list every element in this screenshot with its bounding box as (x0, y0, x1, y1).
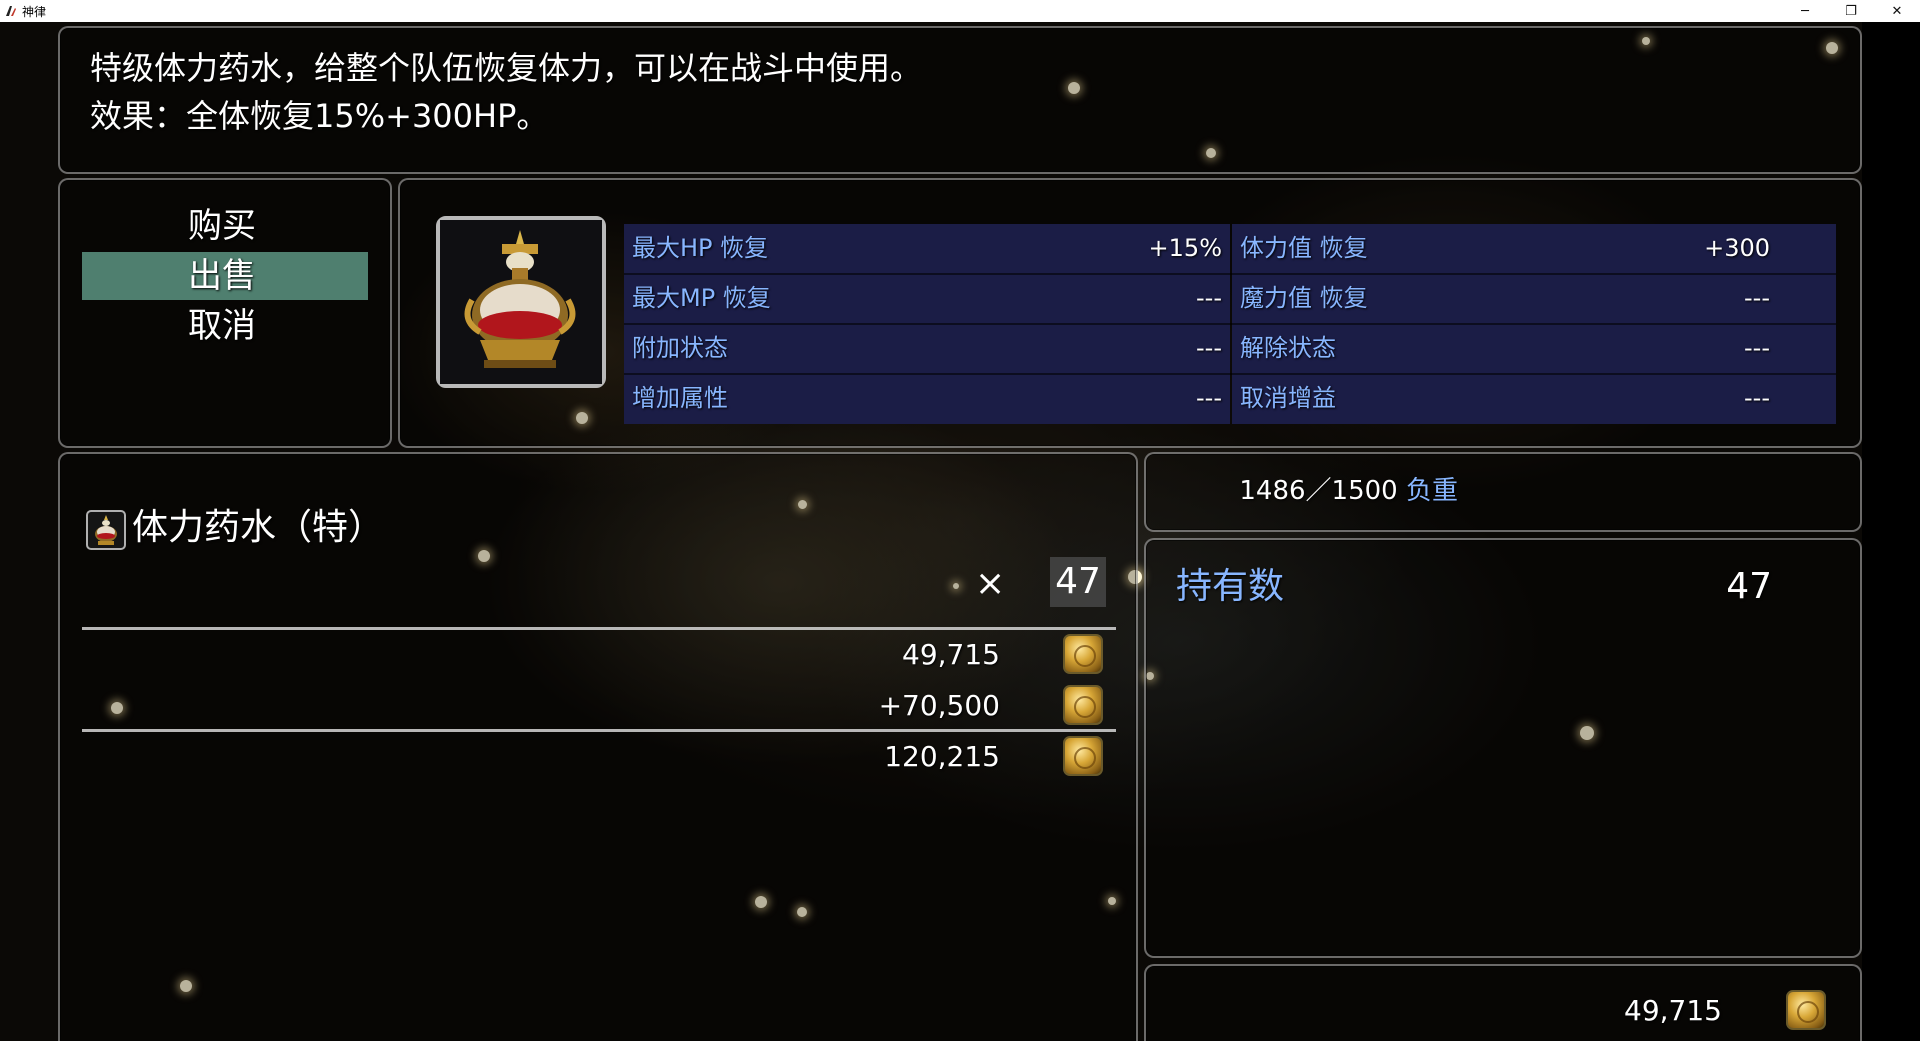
owned-label: 持有数 (1176, 566, 1285, 607)
stat-value-mp-recover: --- (1744, 284, 1770, 312)
stats-divider (624, 323, 1836, 325)
stat-label-max-mp: 最大MP 恢复 (632, 284, 771, 312)
divider-line (82, 627, 1116, 630)
stat-value-remove-buff: --- (1744, 384, 1770, 412)
help-text-line-1: 特级体力药水，给整个队伍恢复体力，可以在战斗中使用。 (90, 49, 923, 87)
app-icon (6, 6, 16, 16)
stat-value-hp-recover: +300 (1704, 234, 1770, 262)
item-name: 体力药水（特） (132, 507, 385, 548)
divider-line (82, 729, 1116, 732)
gold-coin-icon (1786, 990, 1826, 1030)
times-sign: × (975, 563, 1006, 604)
stat-label-max-hp: 最大HP 恢复 (632, 234, 769, 262)
minimize-button[interactable]: ─ (1782, 0, 1828, 22)
stat-value-remove-state: --- (1744, 334, 1770, 362)
gold-coin-icon (1063, 736, 1103, 776)
item-picture-frame (436, 216, 606, 388)
weight-value: 1486／1500 (1239, 476, 1398, 506)
item-small-icon-frame (86, 510, 126, 550)
owned-value: 47 (1726, 566, 1772, 607)
close-button[interactable]: ✕ (1874, 0, 1920, 22)
stat-label-remove-buff: 取消增益 (1240, 384, 1336, 412)
window-title: 神律 (22, 4, 47, 19)
quantity-selector[interactable]: 47 (1050, 557, 1106, 607)
potion-icon (95, 515, 117, 545)
weight-unit: 负重 (1405, 476, 1458, 506)
stat-label-hp-recover: 体力值 恢复 (1240, 234, 1368, 262)
weight-display: 1486／1500 负重 (1239, 471, 1458, 511)
stat-value-max-hp: +15% (1148, 234, 1222, 262)
result-gold-value: 120,215 (884, 740, 1000, 773)
stat-label-add-state: 附加状态 (632, 334, 728, 362)
potion-icon (440, 220, 602, 384)
shop-scene: 特级体力药水，给整个队伍恢复体力，可以在战斗中使用。 效果：全体恢复15%+30… (0, 22, 1862, 1041)
title-bar: 神律 ─ ❐ ✕ (0, 0, 1920, 22)
cancel-command[interactable]: 取消 (82, 302, 368, 350)
restore-button[interactable]: ❐ (1828, 0, 1874, 22)
stat-value-add-state: --- (1196, 334, 1222, 362)
stats-divider (624, 273, 1836, 275)
party-gold-value: 49,715 (1624, 994, 1722, 1027)
gold-coin-icon (1063, 685, 1103, 725)
buy-command[interactable]: 购买 (82, 202, 368, 250)
stat-label-remove-state: 解除状态 (1240, 334, 1336, 362)
game-viewport: 特级体力药水，给整个队伍恢复体力，可以在战斗中使用。 效果：全体恢复15%+30… (0, 22, 1920, 1041)
gold-coin-icon (1063, 634, 1103, 674)
stat-label-mp-recover: 魔力值 恢复 (1240, 284, 1368, 312)
current-gold-value: 49,715 (902, 638, 1000, 671)
help-text-line-2: 效果：全体恢复15%+300HP。 (90, 97, 549, 135)
stat-value-add-attribute: --- (1196, 384, 1222, 412)
stats-divider (624, 373, 1836, 375)
gold-window (1144, 964, 1862, 1041)
sell-command[interactable]: 出售 (82, 252, 368, 300)
stat-value-max-mp: --- (1196, 284, 1222, 312)
gold-change-value: +70,500 (878, 689, 1000, 722)
stat-label-add-attribute: 增加属性 (632, 384, 728, 412)
